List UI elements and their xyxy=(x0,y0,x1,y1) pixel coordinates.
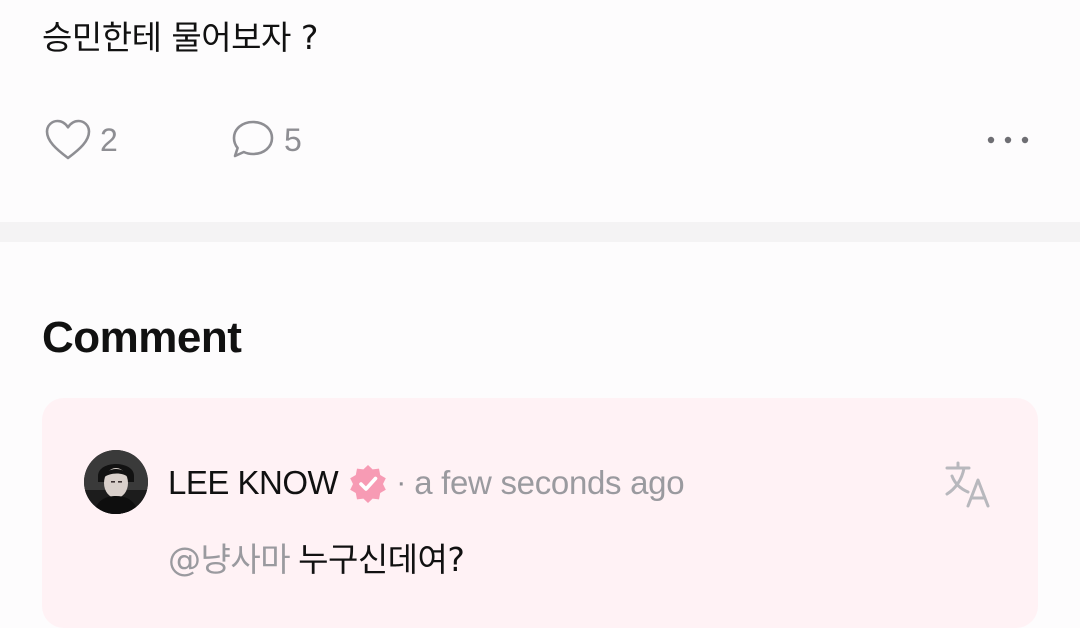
comment-text: 누구신데여? xyxy=(298,540,465,579)
comment-button[interactable]: 5 xyxy=(230,110,302,170)
comment-header: LEE KNOW · a few seconds ago xyxy=(168,458,685,508)
comment-section-title: Comment xyxy=(42,313,242,362)
translate-button[interactable] xyxy=(944,460,994,510)
mention-link[interactable]: @냥사마 xyxy=(168,540,291,579)
more-options-button[interactable] xyxy=(980,110,1036,170)
speech-bubble-icon xyxy=(232,120,274,158)
post-text: 승민한테 물어보자 ? xyxy=(42,18,318,57)
comment-body: @냥사마 누구신데여? xyxy=(168,536,465,584)
heart-outline-icon xyxy=(45,119,91,160)
avatar[interactable] xyxy=(84,450,148,514)
translate-icon xyxy=(945,461,990,508)
verified-badge-icon xyxy=(348,463,388,503)
like-count: 2 xyxy=(100,121,118,158)
like-button[interactable]: 2 xyxy=(44,110,118,170)
section-divider xyxy=(0,222,1080,242)
separator-dot: · xyxy=(396,466,407,499)
author-name[interactable]: LEE KNOW xyxy=(168,464,339,502)
comment-count: 5 xyxy=(284,121,302,158)
post-actions: 2 5 xyxy=(0,110,1080,170)
comment-timestamp: a few seconds ago xyxy=(414,464,685,501)
more-horizontal-icon xyxy=(987,136,1029,144)
